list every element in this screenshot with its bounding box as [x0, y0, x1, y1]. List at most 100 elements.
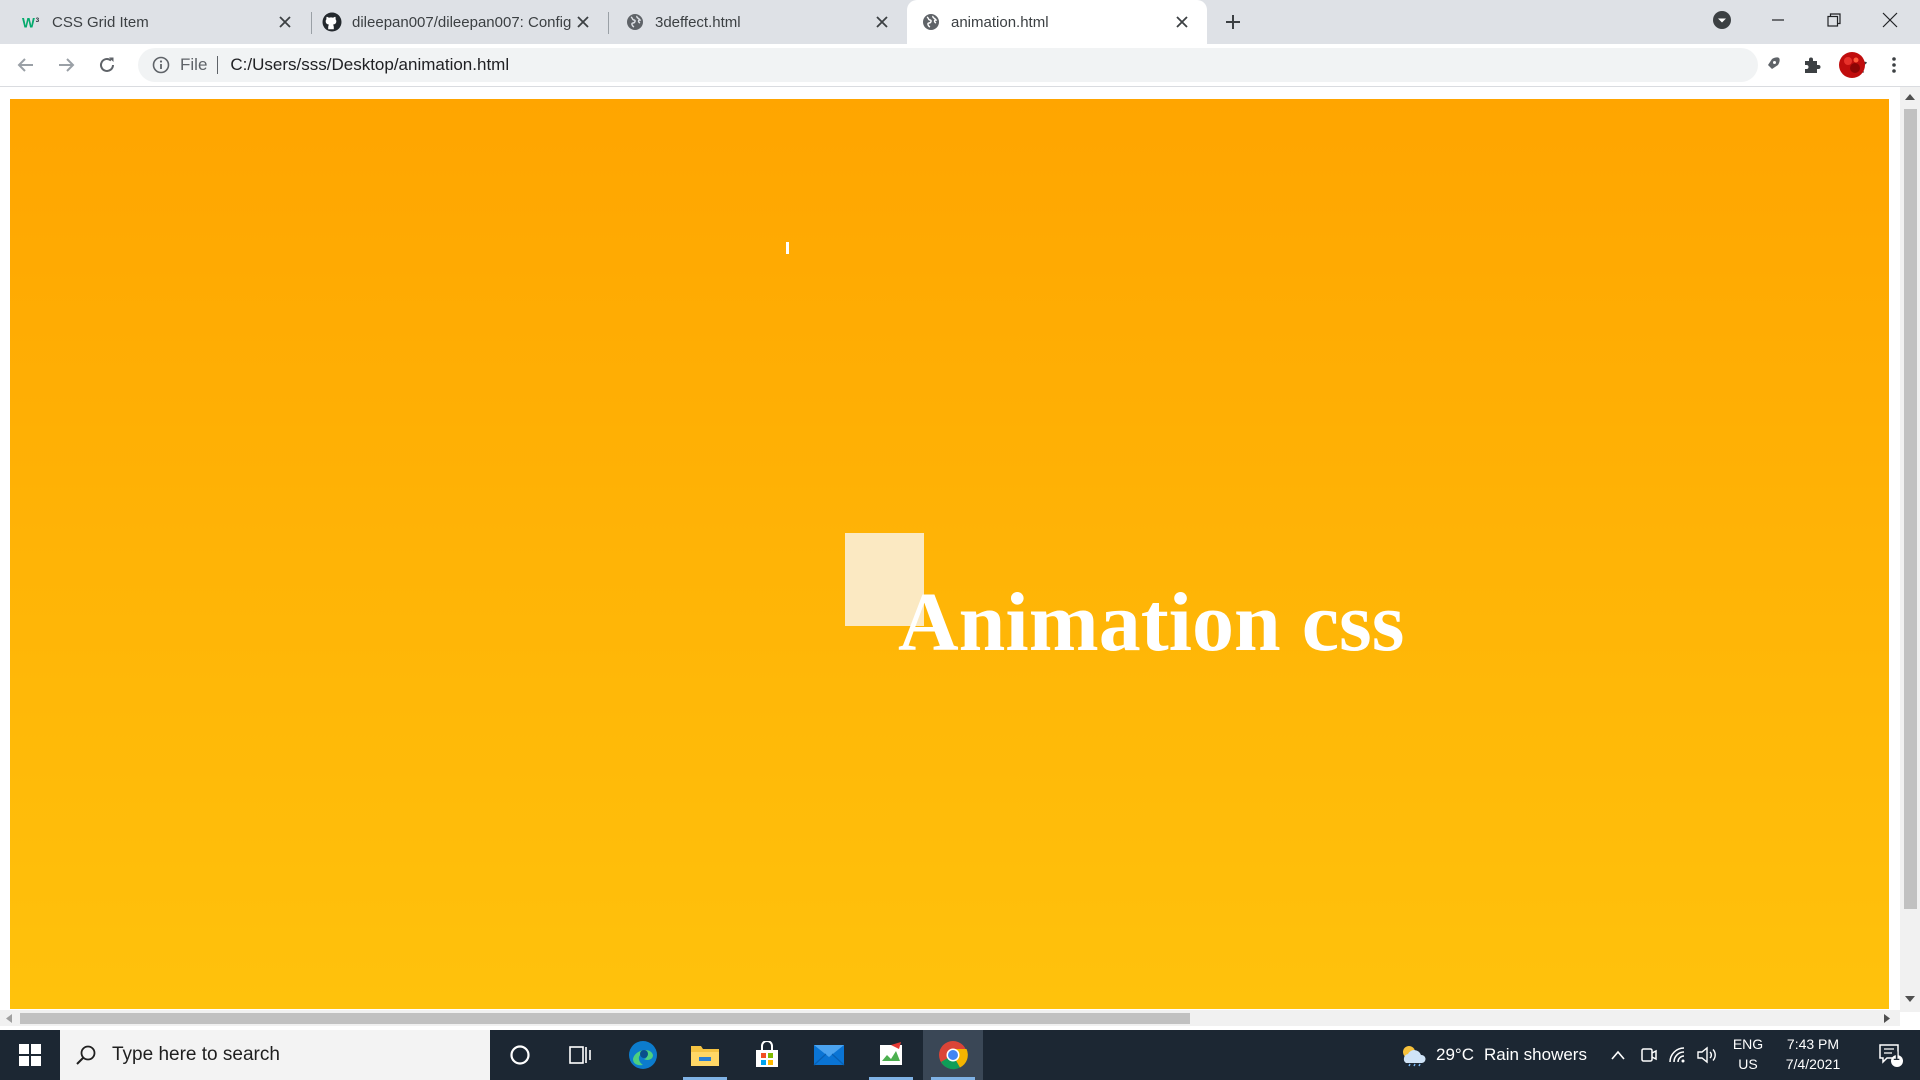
clock-date: 7/4/2021 [1785, 1056, 1841, 1072]
horizontal-scrollbar[interactable] [0, 1010, 1900, 1026]
svg-text:3: 3 [36, 17, 40, 24]
windows-logo-icon [19, 1044, 41, 1066]
page-heading: Animation css [898, 576, 1405, 669]
cortana-circle-icon [510, 1045, 530, 1065]
reload-button[interactable] [91, 49, 123, 81]
clock[interactable]: 7:43 PM 7/4/2021 [1770, 1036, 1856, 1072]
browser-menu-button[interactable] [1878, 49, 1910, 81]
clock-time: 7:43 PM [1786, 1036, 1840, 1052]
taskbar-app[interactable] [861, 1030, 921, 1080]
start-button[interactable] [0, 1030, 60, 1080]
puzzle-icon [1805, 57, 1821, 73]
tab-title: 3deffect.html [655, 13, 741, 31]
notification-count: 1 [1893, 1049, 1900, 1063]
tab-search-button[interactable] [1696, 0, 1748, 40]
network-button[interactable] [1668, 1030, 1688, 1080]
url-text[interactable]: C:/Users/sss/Desktop/animation.html [230, 55, 509, 75]
tab-strip: W3 CSS Grid Item dileepan007/dileepan007… [0, 0, 1920, 44]
globe-icon [625, 12, 645, 32]
close-tab-icon[interactable] [274, 11, 296, 33]
chrome-icon [939, 1041, 968, 1070]
close-tab-icon[interactable] [1171, 11, 1193, 33]
taskbar-mail[interactable] [799, 1030, 859, 1080]
action-center-button[interactable]: 1 [1866, 1030, 1916, 1080]
scrollbar-thumb[interactable] [20, 1013, 1190, 1024]
meet-now-button[interactable] [1640, 1030, 1658, 1080]
address-bar[interactable]: File C:/Users/sss/Desktop/animation.html [138, 48, 1867, 82]
weather-condition: Rain showers [1483, 1045, 1587, 1064]
divider [217, 56, 219, 74]
avatar-icon [1839, 52, 1865, 78]
browser-toolbar: File C:/Users/sss/Desktop/animation.html [0, 44, 1920, 87]
tab-css-grid-item[interactable]: W3 CSS Grid Item [0, 0, 310, 44]
task-view-button[interactable] [550, 1030, 610, 1080]
weather-widget[interactable]: 29°C Rain showers [1398, 1030, 1587, 1080]
windows-taskbar: Type here to search 29°C Rain showers EN… [0, 1030, 1920, 1080]
tab-animation[interactable]: animation.html [907, 0, 1207, 44]
forward-button[interactable] [50, 49, 82, 81]
notification-icon [1879, 1044, 1903, 1067]
chevron-up-icon [1611, 1050, 1625, 1060]
animation-page: Animation css [10, 99, 1889, 1009]
arrow-right-icon [59, 58, 75, 72]
scroll-up-icon[interactable] [1904, 91, 1916, 103]
tab-title: animation.html [951, 13, 1049, 31]
show-hidden-icons-button[interactable] [1610, 1030, 1626, 1080]
profile-avatar[interactable] [1836, 49, 1868, 81]
new-tab-button[interactable] [1219, 8, 1247, 36]
globe-icon [921, 12, 941, 32]
tab-github[interactable]: dileepan007/dileepan007: Config [312, 0, 608, 44]
plus-icon [1226, 15, 1240, 29]
store-bag-icon [756, 1041, 778, 1067]
minimize-icon [1772, 19, 1784, 21]
close-window-button[interactable] [1864, 0, 1916, 40]
mail-icon [813, 1045, 845, 1066]
tab-3deffect[interactable]: 3deffect.html [609, 0, 907, 44]
page-viewport: Animation css [0, 87, 1920, 1026]
wifi-icon [1669, 1047, 1685, 1063]
edge-icon [629, 1041, 657, 1069]
tab-title: dileepan007/dileepan007: Config [352, 13, 572, 31]
taskbar-edge[interactable] [613, 1030, 673, 1080]
extension-button[interactable] [1756, 49, 1788, 81]
taskbar-chrome[interactable] [923, 1030, 983, 1080]
back-button[interactable] [10, 49, 42, 81]
reload-icon [100, 57, 114, 72]
extension-rocket-icon [1766, 57, 1780, 71]
vertical-scrollbar[interactable] [1900, 87, 1920, 1012]
scroll-down-icon[interactable] [1904, 993, 1916, 1005]
restore-button[interactable] [1808, 0, 1860, 40]
text-cursor [786, 242, 789, 254]
svg-text:W: W [22, 15, 35, 30]
arrow-left-icon [17, 58, 33, 72]
info-icon[interactable] [150, 54, 172, 76]
github-icon [322, 12, 342, 32]
taskbar-file-explorer[interactable] [675, 1030, 735, 1080]
cortana-button[interactable] [490, 1030, 550, 1080]
tab-title: CSS Grid Item [52, 13, 149, 31]
scroll-right-icon[interactable] [1884, 1014, 1890, 1023]
volume-button[interactable] [1696, 1030, 1718, 1080]
scroll-left-icon[interactable] [6, 1014, 12, 1023]
task-view-icon [569, 1046, 591, 1064]
input-language-button[interactable]: ENG US [1728, 1036, 1768, 1072]
device-icon [1641, 1048, 1657, 1062]
taskbar-store[interactable] [737, 1030, 797, 1080]
search-icon [74, 1043, 98, 1067]
language-code: ENG [1732, 1036, 1764, 1052]
w3schools-icon: W3 [22, 12, 42, 32]
search-placeholder: Type here to search [112, 1044, 280, 1065]
close-tab-icon[interactable] [871, 11, 893, 33]
chevron-down-circle-icon [1713, 11, 1731, 29]
speaker-icon [1697, 1046, 1716, 1064]
minimize-button[interactable] [1752, 0, 1804, 40]
taskbar-search-box[interactable]: Type here to search [60, 1030, 490, 1080]
region-code: US [1738, 1056, 1758, 1072]
restore-icon [1827, 13, 1841, 27]
extensions-menu-button[interactable] [1796, 49, 1828, 81]
weather-temperature: 29°C [1436, 1045, 1474, 1064]
close-tab-icon[interactable] [572, 11, 594, 33]
scrollbar-thumb[interactable] [1904, 109, 1917, 909]
paint-app-icon [880, 1042, 902, 1065]
scheme-label: File [180, 55, 208, 74]
